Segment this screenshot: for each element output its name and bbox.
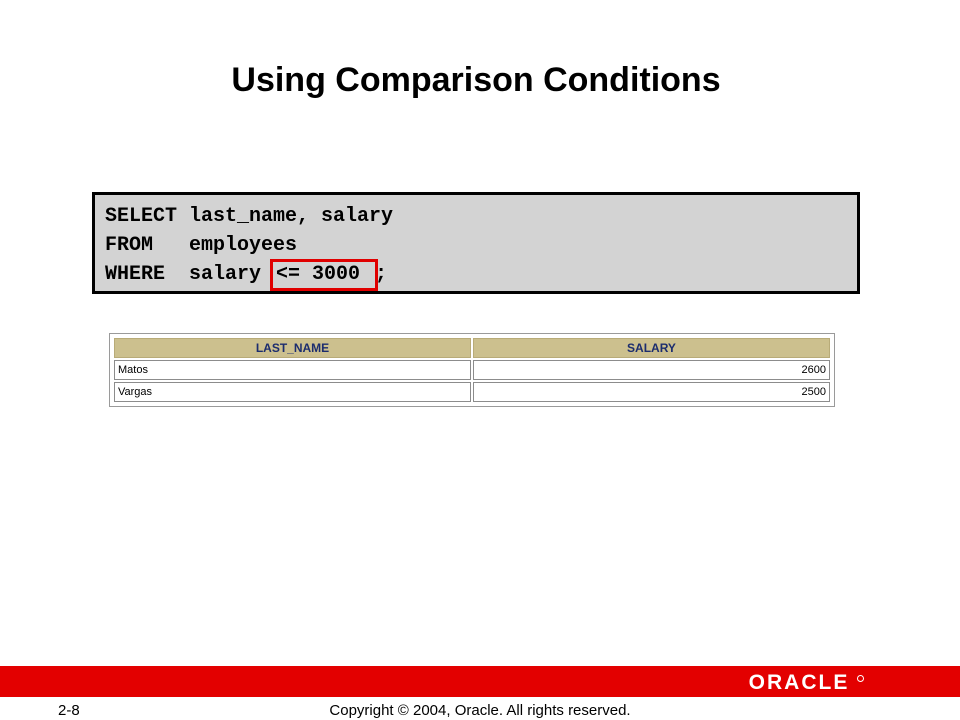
code-line-select: SELECT last_name, salary — [105, 205, 394, 228]
cell-last-name: Matos — [114, 360, 471, 380]
query-result-panel: LAST_NAME SALARY Matos 2600 Vargas 2500 — [109, 333, 835, 407]
column-header-salary: SALARY — [473, 338, 830, 358]
table-header-row: LAST_NAME SALARY — [114, 338, 830, 358]
registered-mark-icon — [857, 675, 864, 682]
slide-title: Using Comparison Conditions — [231, 61, 721, 99]
cell-salary: 2500 — [473, 382, 830, 402]
code-line-where: WHERE salary <= 3000 ; — [105, 259, 388, 291]
table-row: Matos 2600 — [114, 360, 830, 380]
column-header-last-name: LAST_NAME — [114, 338, 471, 358]
table-row: Vargas 2500 — [114, 382, 830, 402]
cell-last-name: Vargas — [114, 382, 471, 402]
sql-code-box: SELECT last_name, salary FROM employees … — [92, 192, 860, 294]
oracle-logo: ORACLE — [748, 671, 850, 694]
copyright-notice: Copyright © 2004, Oracle. All rights res… — [329, 702, 631, 719]
code-line-from: FROM employees — [105, 234, 298, 257]
query-result-table: LAST_NAME SALARY Matos 2600 Vargas 2500 — [112, 336, 832, 404]
comparison-highlight: <= 3000 — [270, 259, 379, 291]
code-where-suffix: ; — [375, 263, 388, 286]
cell-salary: 2600 — [473, 360, 830, 380]
code-where-prefix: WHERE salary — [105, 263, 274, 286]
